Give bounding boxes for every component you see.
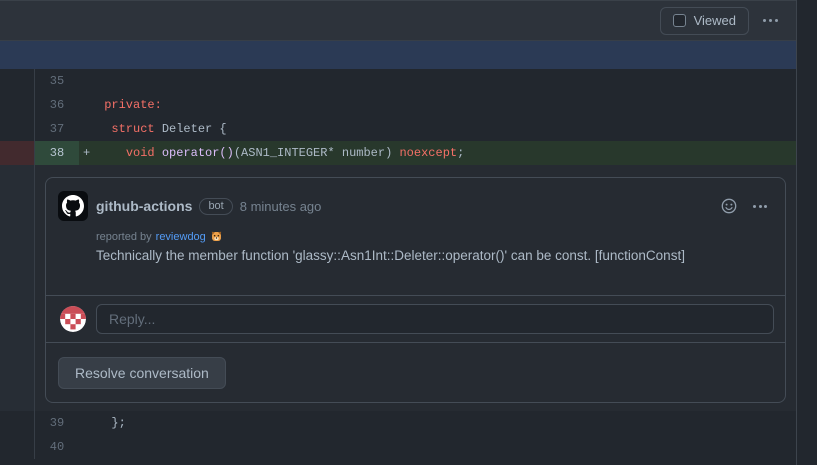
code-cell (79, 435, 796, 459)
reported-by-text: reported by (96, 230, 152, 243)
bot-badge: bot (199, 197, 233, 215)
old-pane-sliver (0, 93, 35, 117)
reply-section (46, 295, 785, 342)
code-cell: private: (79, 93, 796, 117)
diff-line-38-added: 38 + void operator() (ASN1_INTEGER* numbe… (0, 141, 796, 165)
code-keyword: private: (104, 98, 162, 112)
file-header-toolbar: Viewed (0, 0, 796, 41)
comment-options-kebab-icon[interactable] (751, 203, 769, 210)
addition-sign: + (83, 146, 91, 160)
code-text: ; (457, 146, 465, 160)
code-keyword: struct (111, 122, 155, 136)
viewed-label: Viewed (693, 13, 736, 28)
comment-body: Technically the member function 'glassy:… (96, 248, 685, 263)
diff-line-40: 40 (0, 435, 796, 459)
code-text: }; (97, 416, 126, 430)
code-keyword: noexcept (399, 146, 458, 160)
code-cell (79, 69, 796, 93)
line-number[interactable]: 36 (35, 93, 79, 117)
dog-emoji-icon (211, 231, 222, 241)
viewed-toggle-button[interactable]: Viewed (659, 6, 749, 35)
file-options-kebab-icon[interactable] (759, 13, 782, 28)
code-text: Deleter { (154, 122, 227, 136)
diff-line-35: 35 (0, 69, 796, 93)
add-reaction-smiley-icon[interactable] (719, 196, 739, 216)
review-thread-row: github-actions bot 8 minutes ago reporte… (0, 165, 796, 411)
old-pane-sliver (0, 411, 35, 435)
comment: github-actions bot 8 minutes ago reporte… (46, 178, 785, 295)
line-number[interactable]: 37 (35, 117, 79, 141)
old-pane-sliver (0, 69, 35, 93)
review-thread-container: github-actions bot 8 minutes ago reporte… (35, 165, 796, 411)
github-pr-diff-view: Viewed 35 36 private: 37 struct Deleter … (0, 0, 817, 465)
resolve-conversation-button[interactable]: Resolve conversation (58, 357, 226, 389)
old-pane-sliver (0, 165, 35, 411)
hunk-header-row[interactable] (0, 41, 796, 69)
viewed-checkbox[interactable] (672, 14, 686, 27)
line-number[interactable]: 40 (35, 435, 79, 459)
diff-line-37: 37 struct Deleter { (0, 117, 796, 141)
comment-thread-box: github-actions bot 8 minutes ago reporte… (45, 177, 786, 403)
code-text: (ASN1_INTEGER* number) (233, 146, 400, 160)
diff-line-36: 36 private: (0, 93, 796, 117)
line-number[interactable]: 35 (35, 69, 79, 93)
code-cell: + void operator() (ASN1_INTEGER* number) … (79, 141, 796, 165)
line-number[interactable]: 38 (35, 141, 79, 165)
reviewdog-link[interactable]: reviewdog (156, 231, 206, 243)
file-card: Viewed 35 36 private: 37 struct Deleter … (0, 0, 797, 465)
user-identicon-avatar (60, 306, 86, 332)
github-actions-avatar[interactable] (58, 191, 88, 221)
reply-input[interactable] (96, 304, 774, 334)
code-cell: struct Deleter { (79, 117, 796, 141)
old-pane-sliver (0, 435, 35, 459)
code-keyword: void (125, 146, 155, 160)
diff-line-39: 39 }; (0, 411, 796, 435)
reported-by-line: reported by reviewdog (96, 230, 769, 243)
line-number[interactable]: 39 (35, 411, 79, 435)
comment-header: github-actions bot 8 minutes ago (58, 191, 769, 221)
code-cell: }; (79, 411, 796, 435)
comment-timestamp-link[interactable]: 8 minutes ago (240, 199, 322, 214)
octocat-icon (62, 195, 84, 217)
old-pane-sliver (0, 117, 35, 141)
code-function: operator() (154, 146, 234, 160)
old-pane-deletion-sliver (0, 141, 35, 165)
resolve-section: Resolve conversation (46, 342, 785, 402)
comment-author-link[interactable]: github-actions (96, 198, 192, 214)
